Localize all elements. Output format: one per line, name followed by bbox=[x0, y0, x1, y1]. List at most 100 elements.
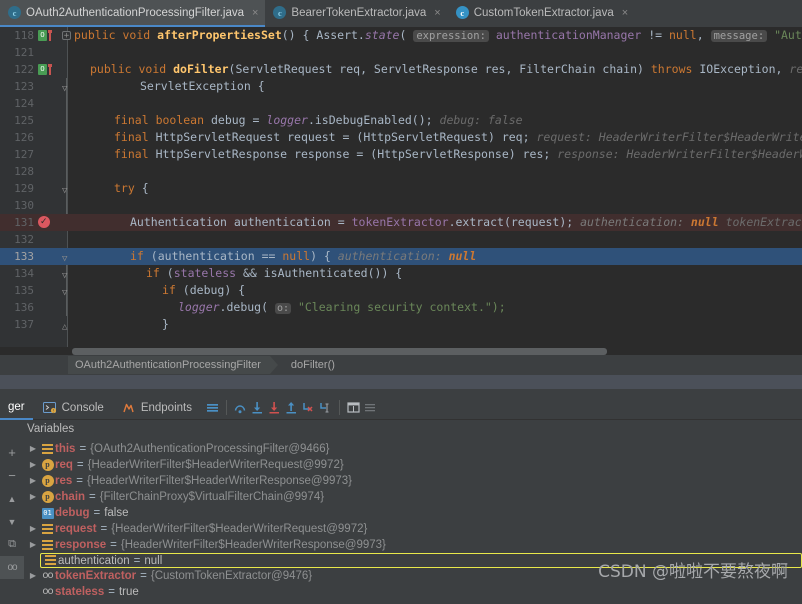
close-icon[interactable]: × bbox=[434, 7, 440, 19]
tab-console[interactable]: ! Console bbox=[33, 396, 112, 420]
close-icon[interactable]: × bbox=[622, 7, 628, 19]
kw-if: if bbox=[146, 266, 160, 280]
code-editor[interactable]: 118 0 + public void afterPropertiesSet()… bbox=[0, 27, 802, 355]
add-watch-button[interactable]: + bbox=[0, 441, 24, 464]
editor-tab-bearertokenextractor[interactable]: c BearerTokenExtractor.java × bbox=[265, 0, 447, 27]
code-text: public void doFilter(ServletRequest req,… bbox=[74, 61, 802, 78]
parens: () { bbox=[281, 28, 310, 42]
code-line-128: 128 bbox=[0, 163, 802, 180]
variable-value: true bbox=[118, 586, 139, 598]
variable-name: request bbox=[55, 523, 97, 535]
variable-row-stateless[interactable]: oo stateless = true bbox=[24, 584, 802, 600]
value-ref: res; bbox=[522, 147, 551, 161]
variables-tab-label[interactable]: Variables bbox=[27, 423, 74, 435]
java-class-icon: c bbox=[273, 6, 287, 19]
remove-watch-button[interactable]: − bbox=[0, 464, 24, 487]
run-method-gutter-icon[interactable]: 0 bbox=[38, 64, 52, 75]
variable-name: tokenExtractor bbox=[55, 570, 137, 582]
kw-boolean: boolean bbox=[155, 113, 205, 127]
fold-collapse-icon[interactable]: ▽ bbox=[62, 285, 71, 298]
run-method-gutter-icon[interactable]: 0 bbox=[38, 30, 52, 41]
cast-expression: (HttpServletRequest) bbox=[356, 130, 495, 144]
fold-collapse-icon[interactable]: ▽ bbox=[62, 183, 71, 196]
type-name: Authentication bbox=[130, 215, 227, 229]
method-call: .extract(request); bbox=[448, 215, 574, 229]
force-step-into-icon[interactable] bbox=[266, 399, 283, 416]
editor-hscroll-thumb[interactable] bbox=[72, 348, 607, 355]
equals-sign: = bbox=[76, 475, 83, 487]
move-up-button[interactable]: ▲ bbox=[0, 487, 24, 510]
variable-row-this[interactable]: ▶ this = {OAuth2AuthenticationProcessing… bbox=[24, 441, 802, 457]
debug-tool-window-toolbar: ger ! Console Endpoints bbox=[0, 396, 802, 420]
fold-collapse-icon[interactable]: ▽ bbox=[62, 81, 71, 94]
breadcrumb-method[interactable]: doFilter() bbox=[284, 356, 344, 374]
tab-endpoints[interactable]: Endpoints bbox=[112, 396, 200, 420]
expand-arrow-icon[interactable]: ▶ bbox=[26, 537, 40, 553]
code-line-131: 131 Authentication authentication = toke… bbox=[0, 214, 802, 231]
equals-sign: = bbox=[89, 491, 96, 503]
copy-value-button[interactable]: ⧉ bbox=[0, 533, 24, 556]
expand-arrow-icon[interactable]: ▶ bbox=[26, 441, 40, 457]
editor-tab-bar: c OAuth2AuthenticationProcessingFilter.j… bbox=[0, 0, 802, 27]
editor-tab-oauth2filter[interactable]: c OAuth2AuthenticationProcessingFilter.j… bbox=[0, 0, 266, 27]
step-into-icon[interactable] bbox=[249, 399, 266, 416]
code-line-134: 134 ▽ if (stateless && isAuthenticated()… bbox=[0, 265, 802, 282]
code-text: final HttpServletResponse response = (Ht… bbox=[74, 146, 802, 163]
endpoints-icon bbox=[120, 399, 137, 416]
run-to-cursor-icon[interactable] bbox=[317, 399, 334, 416]
tab-debugger[interactable]: ger bbox=[0, 396, 33, 420]
close-icon[interactable]: × bbox=[252, 7, 258, 19]
kw-if: if bbox=[162, 283, 176, 297]
param-hint-message: message: bbox=[710, 30, 768, 42]
evaluate-expression-icon[interactable] bbox=[345, 399, 362, 416]
breakpoint-icon[interactable] bbox=[38, 214, 51, 231]
line-number: 125 bbox=[14, 114, 34, 127]
kw-public: public bbox=[74, 28, 116, 42]
variable-row-chain[interactable]: ▶ p chain = {FilterChainProxy$VirtualFil… bbox=[24, 489, 802, 505]
code-line-122: 122 0 public void doFilter(ServletReques… bbox=[0, 61, 802, 78]
toolbar-separator bbox=[225, 400, 227, 415]
code-text: if (stateless && isAuthenticated()) { bbox=[74, 265, 402, 282]
drop-frame-icon[interactable] bbox=[300, 399, 317, 416]
settings-icon[interactable] bbox=[362, 399, 379, 416]
expand-arrow-icon[interactable]: ▶ bbox=[26, 489, 40, 505]
editor-tab-customtokenextractor[interactable]: c CustomTokenExtractor.java × bbox=[448, 0, 635, 27]
watches-button[interactable]: oo bbox=[0, 556, 24, 579]
tab-debugger-label: ger bbox=[8, 400, 25, 413]
inline-debug-hint: debug: false bbox=[439, 113, 523, 127]
variable-name: request bbox=[287, 130, 336, 144]
variable-name: req bbox=[55, 459, 73, 471]
line-number: 121 bbox=[14, 46, 34, 59]
expand-arrow-icon[interactable]: ▶ bbox=[26, 568, 40, 584]
variable-row-request[interactable]: ▶ request = {HeaderWriterFilter$HeaderWr… bbox=[24, 521, 802, 537]
open-paren: ( bbox=[399, 28, 407, 42]
show-execution-point-icon[interactable] bbox=[204, 399, 221, 416]
svg-text:!: ! bbox=[52, 408, 54, 413]
fold-collapse-icon[interactable]: ▽ bbox=[62, 251, 71, 264]
line-number: 132 bbox=[14, 233, 34, 246]
step-over-icon[interactable] bbox=[232, 399, 249, 416]
variable-row-debug[interactable]: 01 debug = false bbox=[24, 505, 802, 521]
variable-row-res[interactable]: ▶ p res = {HeaderWriterFilter$HeaderWrit… bbox=[24, 473, 802, 489]
expand-arrow-icon[interactable]: ▶ bbox=[26, 473, 40, 489]
code-line-121: 121 bbox=[0, 44, 802, 61]
code-line-135: 135 ▽ if (debug) { bbox=[0, 282, 802, 299]
fold-cap-icon[interactable]: △ bbox=[62, 319, 71, 332]
expand-arrow-icon[interactable]: ▶ bbox=[26, 457, 40, 473]
variable-name: response bbox=[55, 539, 107, 551]
variable-row-req[interactable]: ▶ p req = {HeaderWriterFilter$HeaderWrit… bbox=[24, 457, 802, 473]
variable-name: authentication bbox=[58, 554, 130, 567]
fold-collapse-icon[interactable]: ▽ bbox=[62, 268, 71, 281]
fold-expand-icon[interactable]: + bbox=[62, 31, 71, 41]
move-down-button[interactable]: ▼ bbox=[0, 510, 24, 533]
code-text: Authentication authentication = tokenExt… bbox=[74, 214, 802, 231]
method-name: doFilter bbox=[173, 62, 229, 76]
editor-hscroll-track[interactable] bbox=[0, 347, 802, 355]
expand-arrow-icon[interactable]: ▶ bbox=[26, 521, 40, 537]
variable-row-response[interactable]: ▶ response = {HeaderWriterFilter$HeaderW… bbox=[24, 537, 802, 553]
method-call: .debug( bbox=[219, 300, 269, 314]
variable-name: this bbox=[55, 443, 76, 455]
primitive-icon: 01 bbox=[41, 507, 54, 519]
breadcrumb-class[interactable]: OAuth2AuthenticationProcessingFilter bbox=[68, 356, 278, 374]
step-out-icon[interactable] bbox=[283, 399, 300, 416]
